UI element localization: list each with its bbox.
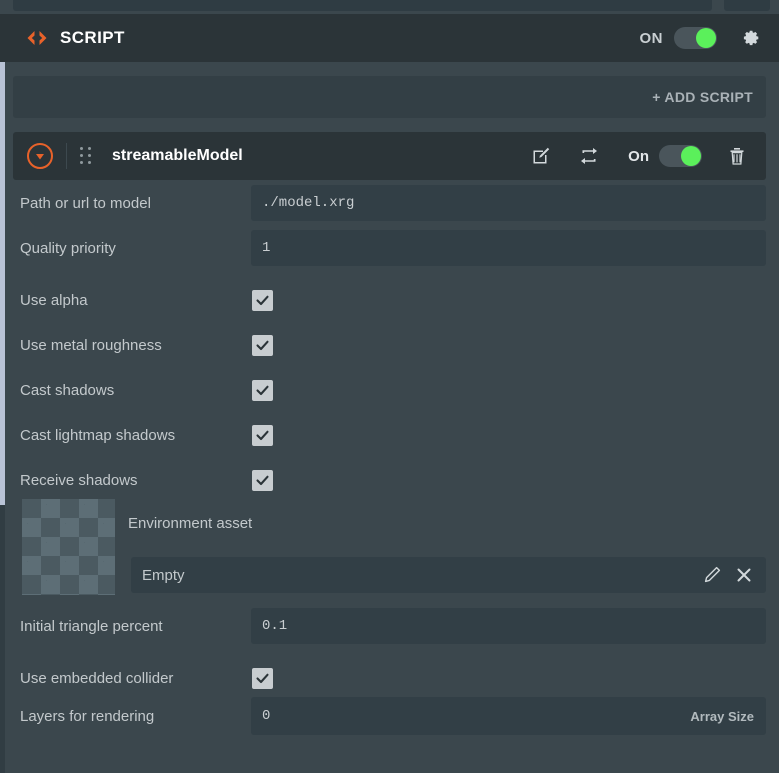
property-label: Cast shadows — [20, 381, 115, 399]
use-alpha-checkbox[interactable] — [252, 289, 273, 311]
script-entry-row: streamableModel On — [13, 132, 766, 180]
script-section-header: SCRIPT ON — [0, 14, 779, 62]
chevron-down-circle-icon[interactable] — [27, 143, 53, 169]
script-name-label: streamableModel — [112, 147, 243, 164]
property-row: Cast lightmap shadows — [0, 416, 779, 454]
check-icon — [256, 385, 269, 395]
field-value: Empty — [142, 566, 185, 584]
property-label: Use alpha — [20, 291, 88, 309]
layers-for-rendering-input[interactable]: 0 Array Size — [251, 697, 766, 735]
environment-asset-field[interactable]: Empty — [131, 557, 766, 593]
script-row-controls: On — [506, 143, 766, 169]
loop-arrows-icon[interactable] — [576, 143, 602, 169]
previous-field-secondary — [724, 0, 770, 11]
property-row: Path or url to model ./model.xrg — [0, 184, 779, 222]
check-icon — [256, 340, 269, 350]
property-label: Use metal roughness — [20, 336, 162, 354]
row-divider — [66, 143, 67, 169]
cast-lightmap-shadows-checkbox[interactable] — [252, 424, 273, 446]
previous-section-sliver — [0, 0, 779, 14]
property-row: Initial triangle percent 0.1 — [0, 607, 779, 645]
pencil-icon[interactable] — [700, 563, 724, 587]
add-script-button[interactable]: + ADD SCRIPT — [13, 76, 766, 118]
gear-icon[interactable] — [737, 25, 763, 51]
property-row: Layers for rendering 0 Array Size — [0, 697, 779, 735]
field-value: 0.1 — [262, 618, 288, 634]
script-row-enabled-toggle[interactable] — [659, 145, 702, 167]
script-enabled-toggle[interactable] — [674, 27, 717, 49]
environment-asset-actions — [692, 563, 766, 587]
use-metal-roughness-checkbox[interactable] — [252, 334, 273, 356]
property-label: Quality priority — [20, 239, 116, 257]
field-value: 1 — [262, 240, 271, 256]
close-x-icon[interactable] — [732, 563, 756, 587]
property-row: Use metal roughness — [0, 326, 779, 364]
toggle-knob — [681, 146, 701, 166]
use-embedded-collider-checkbox[interactable] — [252, 667, 273, 689]
initial-triangle-percent-input[interactable]: 0.1 — [251, 608, 766, 644]
check-icon — [256, 295, 269, 305]
check-icon — [256, 673, 269, 683]
code-brackets-icon — [26, 29, 48, 47]
cast-shadows-checkbox[interactable] — [252, 379, 273, 401]
header-controls: ON — [640, 25, 779, 51]
quality-priority-input[interactable]: 1 — [251, 230, 766, 266]
array-size-label: Array Size — [690, 708, 754, 724]
trash-icon[interactable] — [724, 143, 750, 169]
script-enabled-label: ON — [639, 29, 663, 47]
add-script-label: + ADD SCRIPT — [652, 89, 753, 105]
property-row: Use alpha — [0, 281, 779, 319]
receive-shadows-checkbox[interactable] — [252, 469, 273, 491]
property-label: Path or url to model — [20, 194, 151, 212]
property-row: Use embedded collider — [0, 659, 779, 697]
environment-asset-label: Environment asset — [128, 515, 253, 532]
field-value: 0 — [262, 708, 271, 724]
drag-handle-icon[interactable] — [80, 147, 92, 165]
property-label: Use embedded collider — [20, 669, 174, 687]
property-label: Initial triangle percent — [20, 617, 163, 635]
property-label: Receive shadows — [20, 471, 138, 489]
path-or-url-to-model-input[interactable]: ./model.xrg — [251, 185, 766, 221]
property-row: Quality priority 1 — [0, 229, 779, 267]
check-icon — [256, 475, 269, 485]
check-icon — [256, 430, 269, 440]
edit-square-icon[interactable] — [528, 143, 554, 169]
checkerboard-empty-texture[interactable] — [22, 499, 115, 595]
property-label: Layers for rendering — [20, 707, 155, 725]
script-row-enabled-label: On — [628, 147, 649, 165]
property-row: Receive shadows — [0, 461, 779, 499]
field-value: ./model.xrg — [262, 195, 355, 211]
toggle-knob — [696, 28, 716, 48]
property-row: Cast shadows — [0, 371, 779, 409]
property-label: Cast lightmap shadows — [20, 426, 176, 444]
page-title: SCRIPT — [60, 28, 125, 47]
environment-asset-block: Environment asset Empty — [0, 497, 779, 602]
previous-field — [13, 0, 712, 11]
